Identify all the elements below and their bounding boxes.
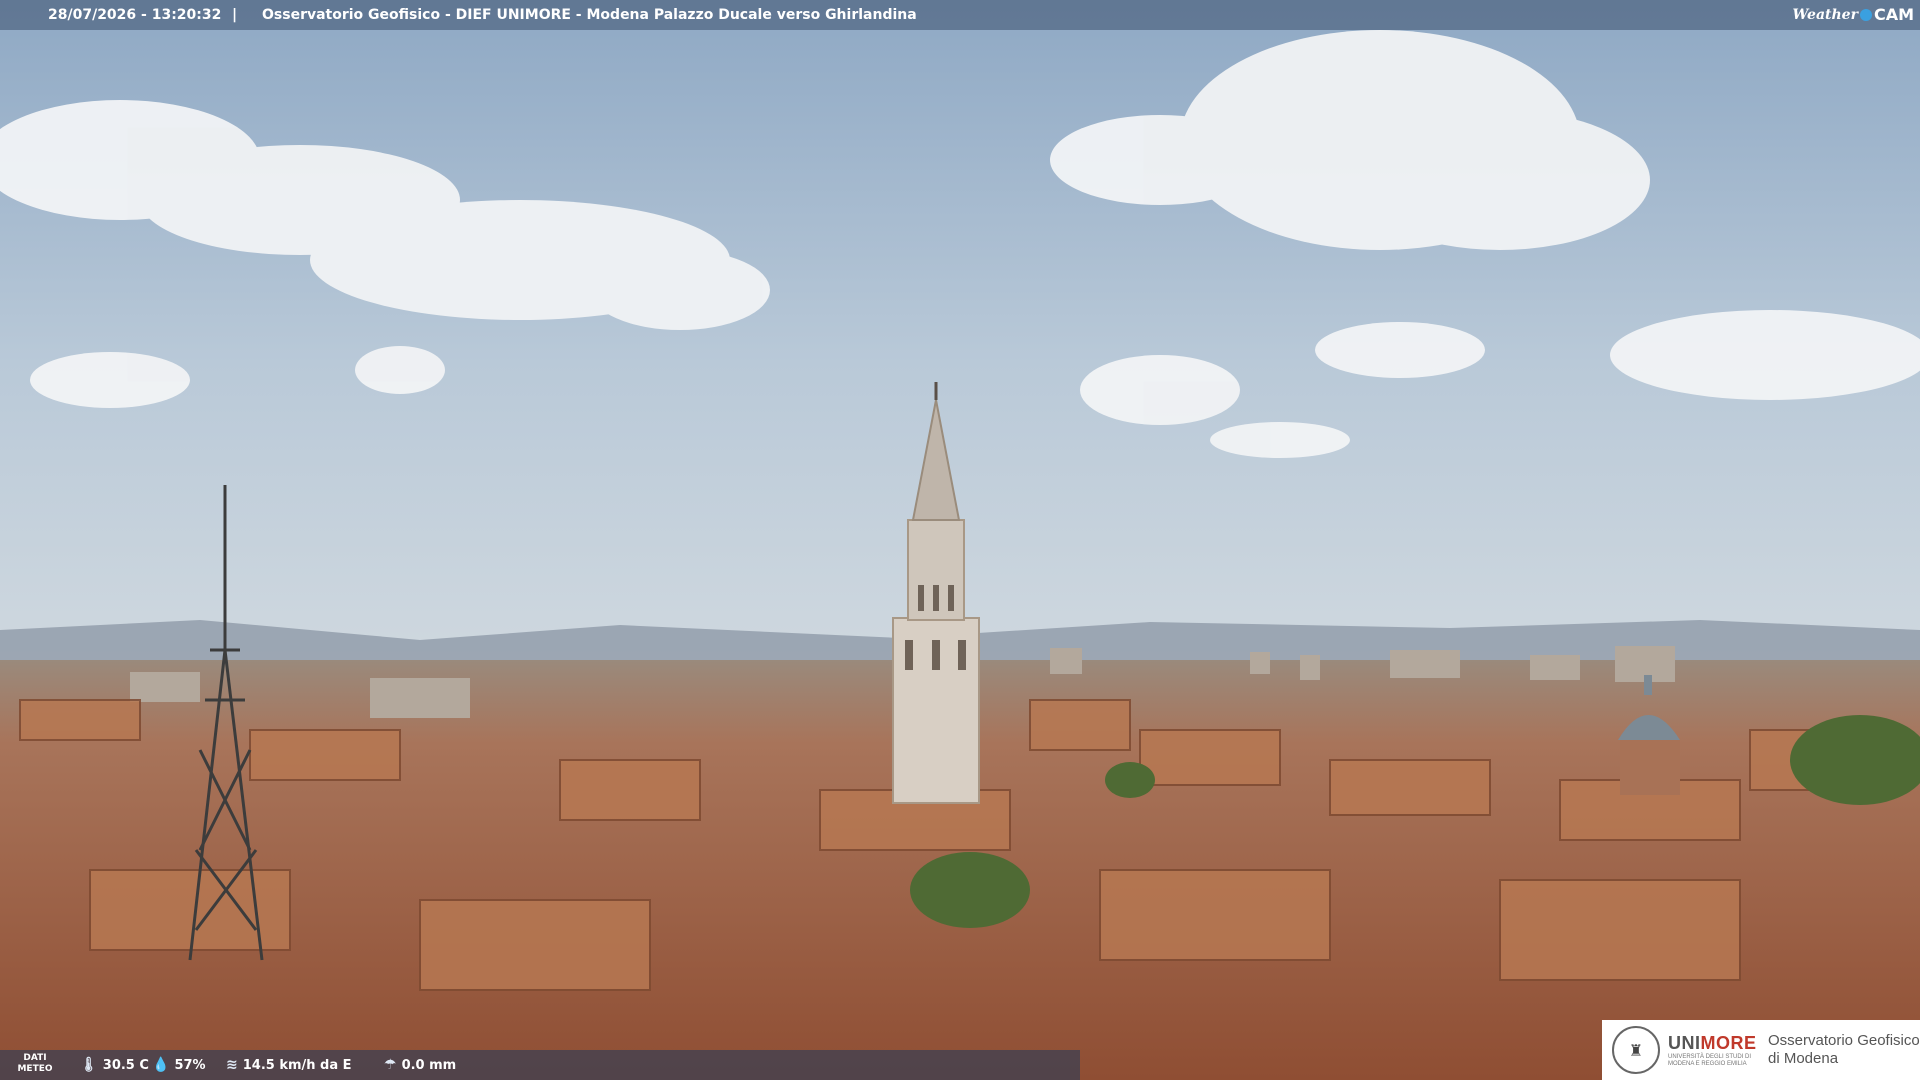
observatory-line1: Osservatorio Geofisico [1768,1032,1920,1049]
title-separator: | [232,7,238,23]
humidity-value: 57% [174,1057,206,1073]
unimore-subtitle: UNIVERSITÀ DEGLI STUDI DI MODENA E REGGI… [1668,1053,1752,1067]
weathercam-logo: Weather CAM [1792,4,1914,26]
unimore-seal-icon: ♜ [1612,1026,1660,1074]
wind-readout: ≋ 14.5 km/h da E [226,1050,352,1080]
observatory-line2: di Modena [1768,1050,1839,1067]
weather-data-bar: DATI METEO 🌡 30.5 C 💧 57% ≋ 14.5 km/h da… [0,1050,1080,1080]
webcam-scene [0,0,1920,1080]
unimore-logo: ♜ UNIMORE UNIVERSITÀ DEGLI STUDI DI MODE… [1602,1020,1920,1080]
unimore-suffix: MORE [1700,1032,1757,1053]
weathercam-dot-icon [1859,9,1872,21]
camera-header-bar: 28/07/2026 - 13:20:32 | Osservatorio Geo… [0,0,1920,30]
weathercam-logo-part2: CAM [1873,5,1914,24]
weather-data-label: DATI METEO [17,1053,53,1074]
rain-gauge-icon: ☂ [384,1057,397,1073]
timestamp: 28/07/2026 - 13:20:32 [48,7,222,23]
weathercam-logo-part1: Weather [1792,7,1858,23]
rain-readout: ☂ 0.0 mm [384,1050,456,1080]
rain-value: 0.0 mm [401,1057,457,1073]
temperature-value: 30.5 C [102,1057,149,1073]
temperature-readout: 🌡 30.5 C [80,1050,149,1080]
humidity-readout: 💧 57% [152,1050,206,1080]
unimore-prefix: UNI [1668,1032,1701,1053]
observatory-name: Osservatorio Geofisico di Modena [1768,1032,1920,1068]
unimore-wordmark: UNIMORE UNIVERSITÀ DEGLI STUDI DI MODENA… [1668,1033,1758,1068]
wind-icon: ≋ [226,1057,238,1073]
camera-title: Osservatorio Geofisico - DIEF UNIMORE - … [262,7,917,23]
wind-value: 14.5 km/h da E [242,1057,352,1073]
thermometer-icon: 🌡 [80,1057,98,1073]
humidity-icon: 💧 [152,1057,170,1073]
